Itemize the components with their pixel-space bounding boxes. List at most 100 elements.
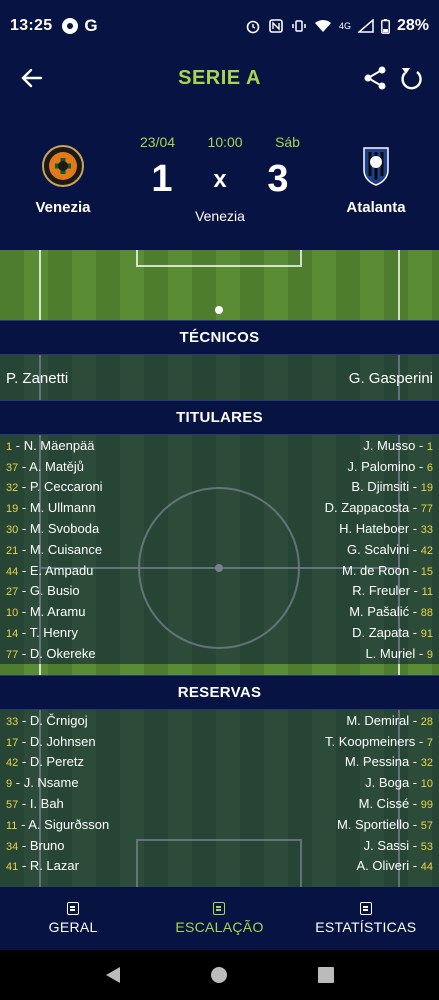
away-player[interactable]: D. Zapata - 91 bbox=[352, 625, 433, 640]
home-player[interactable]: 9 - J. Nsame bbox=[6, 775, 79, 790]
jersey-number: 10 bbox=[420, 778, 433, 791]
jersey-number: 77 bbox=[420, 503, 433, 516]
jersey-number: 7 bbox=[426, 736, 433, 749]
sub-row: 42 - D. Peretz M. Pessina - 32 bbox=[0, 752, 439, 773]
away-player[interactable]: J. Palomino - 6 bbox=[347, 459, 433, 474]
tab-geral[interactable]: GERAL bbox=[0, 887, 146, 950]
away-player[interactable]: M. Pašalić - 88 bbox=[349, 604, 433, 619]
home-player[interactable]: 32 - P. Ceccaroni bbox=[6, 479, 103, 494]
tab-escalacao[interactable]: ESCALAÇÃO bbox=[146, 887, 292, 950]
away-coach[interactable]: G. Gasperini bbox=[349, 370, 433, 387]
player-name: M. Pessina bbox=[344, 754, 410, 770]
home-player[interactable]: 77 - D. Okereke bbox=[6, 646, 96, 661]
away-player[interactable]: M. Pessina - 32 bbox=[345, 754, 433, 769]
jersey-number: 10 bbox=[6, 607, 19, 620]
back-button[interactable] bbox=[18, 64, 46, 92]
away-player[interactable]: B. Djimsiti - 19 bbox=[351, 479, 433, 494]
away-player[interactable]: J. Musso - 1 bbox=[363, 438, 433, 453]
home-player[interactable]: 10 - M. Aramu bbox=[6, 604, 85, 619]
home-coach[interactable]: P. Zanetti bbox=[6, 370, 68, 387]
document-icon bbox=[67, 902, 80, 915]
page-title: SERIE A bbox=[178, 66, 261, 89]
vibrate-icon bbox=[292, 20, 306, 32]
player-name: L. Muriel bbox=[365, 645, 416, 661]
away-team-name: Atalanta bbox=[346, 199, 406, 216]
home-player[interactable]: 57 - I. Bah bbox=[6, 796, 64, 811]
home-player[interactable]: 42 - D. Peretz bbox=[6, 754, 84, 769]
home-player[interactable]: 37 - A. Matějů bbox=[6, 459, 84, 474]
dash-separator: - bbox=[409, 521, 421, 537]
home-player[interactable]: 17 - D. Johnsen bbox=[6, 734, 96, 749]
starter-row: 37 - A. Matějů J. Palomino - 6 bbox=[0, 456, 439, 477]
jersey-number: 33 bbox=[6, 715, 19, 728]
sub-row: 34 - Bruno J. Sassi - 53 bbox=[0, 835, 439, 856]
subs-header: RESERVAS bbox=[0, 675, 439, 710]
home-player[interactable]: 41 - R. Lazar bbox=[6, 858, 79, 873]
tab-escalacao-label: ESCALAÇÃO bbox=[175, 919, 264, 935]
home-player[interactable]: 27 - G. Busio bbox=[6, 583, 80, 598]
google-icon: G bbox=[84, 16, 98, 35]
away-player[interactable]: A. Oliveri - 44 bbox=[356, 858, 433, 873]
player-name: J. Palomino bbox=[347, 458, 416, 474]
player-name: D. Zapata bbox=[352, 625, 410, 641]
bottom-navigation: GERAL ESCALAÇÃO ESTATÍSTICAS bbox=[0, 887, 439, 950]
match-date: 23/04 bbox=[140, 134, 176, 150]
away-player[interactable]: T. Koopmeiners - 7 bbox=[325, 734, 433, 749]
jersey-number: 6 bbox=[426, 461, 433, 474]
dash-separator: - bbox=[12, 775, 24, 791]
home-player[interactable]: 44 - E. Ampadu bbox=[6, 563, 93, 578]
away-player[interactable]: H. Hateboer - 33 bbox=[339, 521, 433, 536]
away-player[interactable]: R. Freuler - 11 bbox=[352, 583, 433, 598]
back-triangle-icon[interactable] bbox=[105, 966, 121, 984]
dash-separator: - bbox=[18, 625, 30, 641]
starter-row: 27 - G. Busio R. Freuler - 11 bbox=[0, 581, 439, 602]
away-player[interactable]: G. Scalvini - 42 bbox=[347, 542, 433, 557]
refresh-button[interactable] bbox=[397, 64, 425, 92]
dash-separator: - bbox=[18, 858, 30, 874]
venezia-crest-icon bbox=[42, 145, 84, 187]
home-player[interactable]: 1 - N. Mäenpää bbox=[6, 438, 95, 453]
player-name: D. Zappacosta bbox=[324, 500, 410, 516]
starters-header: TITULARES bbox=[0, 400, 439, 435]
starter-row: 21 - M. Cuisance G. Scalvini - 42 bbox=[0, 539, 439, 560]
match-meta: 23/04 10:00 Sáb bbox=[140, 134, 300, 150]
jersey-number: 37 bbox=[6, 461, 19, 474]
share-button[interactable] bbox=[361, 64, 389, 92]
home-player[interactable]: 14 - T. Henry bbox=[6, 625, 78, 640]
home-player[interactable]: 30 - M. Svoboda bbox=[6, 521, 99, 536]
away-player[interactable]: D. Zappacosta - 77 bbox=[325, 500, 433, 515]
tab-estatisticas[interactable]: ESTATÍSTICAS bbox=[293, 887, 439, 950]
away-player[interactable]: M. de Roon - 15 bbox=[342, 563, 433, 578]
away-player[interactable]: M. Sportiello - 57 bbox=[337, 817, 433, 832]
home-team[interactable]: Venezia bbox=[8, 144, 118, 216]
away-team[interactable]: Atalanta bbox=[321, 144, 431, 216]
home-player[interactable]: 33 - D. Črnigoj bbox=[6, 713, 88, 728]
alarm-icon bbox=[246, 20, 260, 34]
player-name: M. Demiral bbox=[346, 712, 410, 728]
away-player[interactable]: M. Cissé - 99 bbox=[359, 796, 433, 811]
away-player[interactable]: J. Sassi - 53 bbox=[364, 838, 433, 853]
home-player[interactable]: 19 - M. Ullmann bbox=[6, 500, 96, 515]
player-name: D. Peretz bbox=[29, 754, 84, 770]
home-circle-icon[interactable] bbox=[210, 966, 228, 984]
dash-separator: - bbox=[18, 479, 30, 495]
player-name: M. Aramu bbox=[29, 604, 86, 620]
away-player[interactable]: L. Muriel - 9 bbox=[365, 646, 433, 661]
jersey-number: 27 bbox=[6, 586, 19, 599]
dash-separator: - bbox=[18, 604, 30, 620]
home-player[interactable]: 34 - Bruno bbox=[6, 838, 65, 853]
jersey-number: 57 bbox=[6, 799, 19, 812]
away-player[interactable]: J. Boga - 10 bbox=[365, 775, 433, 790]
chrome-icon bbox=[62, 18, 79, 34]
starter-row: 1 - N. Mäenpää J. Musso - 1 bbox=[0, 435, 439, 456]
jersey-number: 42 bbox=[6, 757, 19, 770]
home-player[interactable]: 21 - M. Cuisance bbox=[6, 542, 102, 557]
dash-separator: - bbox=[409, 604, 421, 620]
jersey-number: 53 bbox=[420, 840, 433, 853]
recents-square-icon[interactable] bbox=[318, 967, 335, 983]
away-player[interactable]: M. Demiral - 28 bbox=[346, 713, 433, 728]
dash-separator: - bbox=[18, 583, 30, 599]
dash-separator: - bbox=[17, 816, 29, 832]
share-icon bbox=[364, 66, 386, 90]
home-player[interactable]: 11 - A. Sigurðsson bbox=[6, 817, 109, 832]
